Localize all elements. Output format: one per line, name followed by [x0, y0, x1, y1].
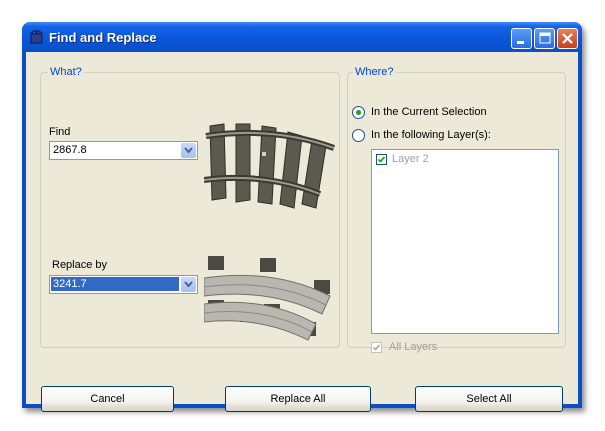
window-title: Find and Replace	[49, 30, 157, 45]
find-track-preview	[204, 123, 336, 209]
dialog-window: Find and Replace What? Find 2867.8 Repla…	[22, 22, 582, 412]
layers-list[interactable]: Layer 2	[371, 149, 559, 334]
title-bar[interactable]: Find and Replace	[22, 22, 582, 52]
what-legend: What?	[48, 66, 84, 78]
chevron-down-icon	[184, 281, 193, 288]
find-value: 2867.8	[53, 144, 87, 156]
find-combo[interactable]: 2867.8	[49, 141, 198, 160]
replace-label: Replace by	[52, 259, 108, 271]
replace-all-button[interactable]: Replace All	[225, 386, 371, 412]
dialog-client: What? Find 2867.8 Replace by 3241.7 Wher…	[26, 52, 578, 412]
radio-current-selection-circle[interactable]	[352, 106, 365, 119]
radio-following-layers-circle[interactable]	[352, 129, 365, 142]
all-layers-checkbox[interactable]	[371, 342, 382, 353]
maximize-button[interactable]	[534, 28, 555, 49]
where-legend: Where?	[353, 66, 396, 78]
replace-track-preview	[204, 256, 331, 341]
maximize-icon	[539, 32, 551, 44]
list-item[interactable]: Layer 2	[375, 153, 495, 167]
layer-checkbox[interactable]	[376, 154, 387, 165]
checkmark-icon	[372, 344, 381, 351]
minimize-button[interactable]	[511, 28, 532, 49]
find-dropdown-button[interactable]	[181, 143, 196, 158]
checkmark-icon	[377, 156, 386, 163]
find-label: Find	[49, 126, 71, 138]
radio-selected-dot	[356, 110, 361, 115]
close-icon	[562, 33, 573, 44]
radio-current-selection[interactable]: In the Current Selection	[352, 106, 552, 122]
all-layers-label: All Layers	[389, 341, 438, 353]
replace-dropdown-button[interactable]	[181, 277, 196, 292]
radio-following-layers-label: In the following Layer(s):	[371, 129, 491, 141]
all-layers-checkbox-row[interactable]: All Layers	[371, 341, 491, 355]
replace-combo[interactable]: 3241.7	[49, 275, 198, 294]
radio-following-layers[interactable]: In the following Layer(s):	[352, 129, 552, 145]
radio-current-selection-label: In the Current Selection	[371, 106, 487, 118]
brick-icon	[30, 30, 43, 44]
select-all-button[interactable]: Select All	[415, 386, 563, 412]
minimize-icon	[517, 41, 524, 44]
cancel-button[interactable]: Cancel	[41, 386, 174, 412]
replace-value: 3241.7	[51, 277, 179, 291]
close-button[interactable]	[557, 28, 578, 49]
layer-name: Layer 2	[392, 153, 429, 165]
chevron-down-icon	[184, 147, 193, 154]
